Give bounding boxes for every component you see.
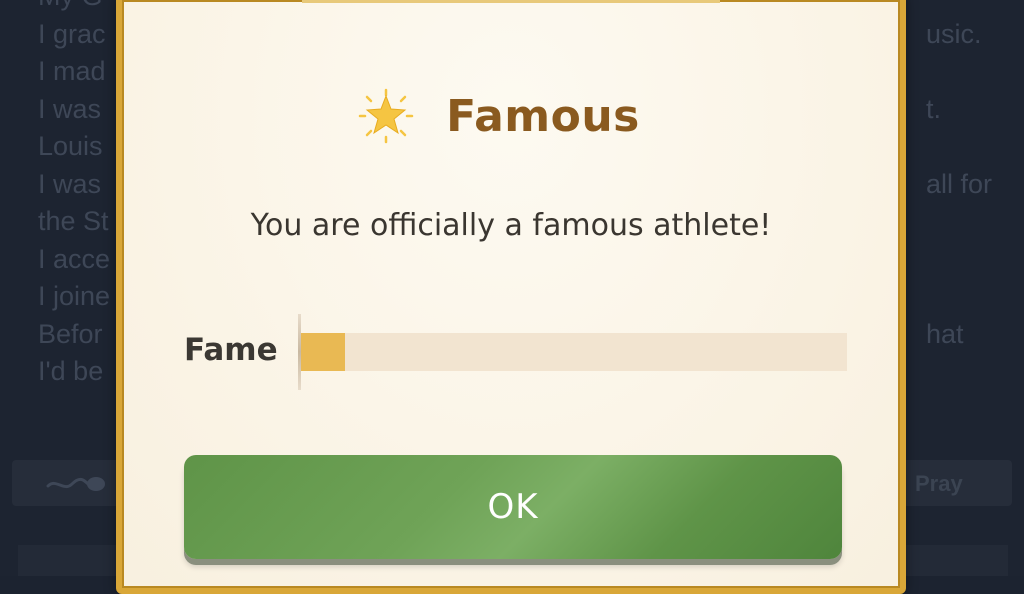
ok-button-label: OK <box>487 487 539 527</box>
bg-line-left: I grac <box>38 18 106 49</box>
bg-line-left: My G <box>38 0 103 11</box>
fame-meter: Fame <box>184 314 864 390</box>
pray-button-label: Pray <box>915 471 963 496</box>
bg-line-right: t. <box>926 93 942 124</box>
popup-title: Famous <box>446 90 640 142</box>
bg-line-right: all for <box>926 168 993 199</box>
bg-line-left: the St <box>38 206 109 236</box>
popup-title-row: Famous <box>122 84 900 148</box>
bg-line-left: I acce <box>38 243 111 274</box>
bg-line-left: I'd be <box>38 356 104 386</box>
sperm-icon <box>46 477 105 491</box>
famous-popup: Famous You are officially a famous athle… <box>116 0 906 594</box>
fame-progress-fill <box>301 333 345 371</box>
popup-message: You are officially a famous athlete! <box>250 208 772 243</box>
bg-line-right: usic. <box>926 18 982 49</box>
bg-line-left: I was <box>38 93 102 124</box>
bg-line-left: I mad <box>38 56 106 86</box>
bg-line-left: I was <box>38 168 102 199</box>
ok-button[interactable]: OK <box>184 455 842 559</box>
bg-line-left: Louis <box>38 131 103 161</box>
popup-top-highlight <box>302 0 720 3</box>
bg-line-left: Befor <box>38 318 103 349</box>
bg-line-left: I joine <box>38 281 111 311</box>
fame-label: Fame <box>184 332 278 368</box>
star-icon <box>358 88 414 144</box>
fame-progress-bar <box>301 333 847 371</box>
bg-line-right: hat <box>926 318 964 349</box>
